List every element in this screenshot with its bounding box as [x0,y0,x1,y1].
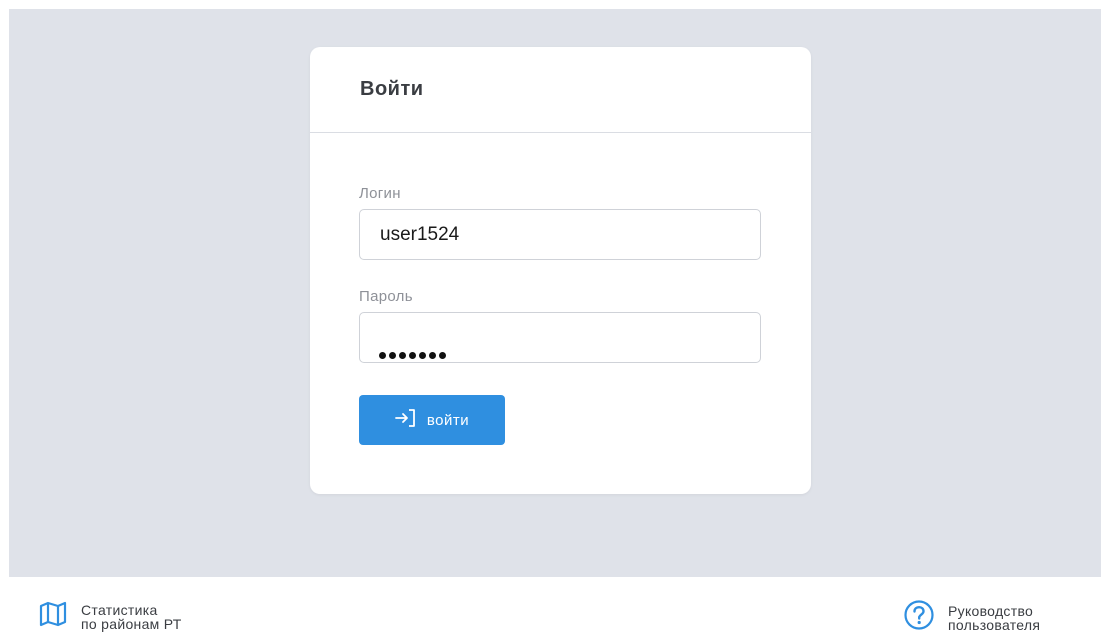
top-strip [0,0,1101,9]
login-card-header: Войти [310,47,811,133]
login-label: Логин [359,185,401,202]
password-label: Пароль [359,288,413,305]
stats-link[interactable]: Статистика по районам РТ [38,599,182,634]
guide-link-text: Руководство пользователя [948,604,1040,632]
login-button-label: войти [426,411,470,429]
stats-link-line1: Статистика [81,601,158,618]
guide-link[interactable]: Руководство пользователя [903,599,1040,636]
login-title: Войти [360,78,424,100]
login-input[interactable] [359,209,761,260]
login-card: Войти Логин Пароль войти [310,47,811,494]
sign-in-icon [394,408,417,432]
guide-link-line2: пользователя [948,616,1041,633]
login-button[interactable]: войти [359,395,505,445]
help-circle-icon [903,599,935,636]
guide-link-line1: Руководство [948,602,1034,619]
password-input[interactable] [359,312,761,363]
map-icon [38,599,68,634]
stats-link-line2: по районам РТ [81,615,182,632]
stats-link-text: Статистика по районам РТ [81,603,182,631]
